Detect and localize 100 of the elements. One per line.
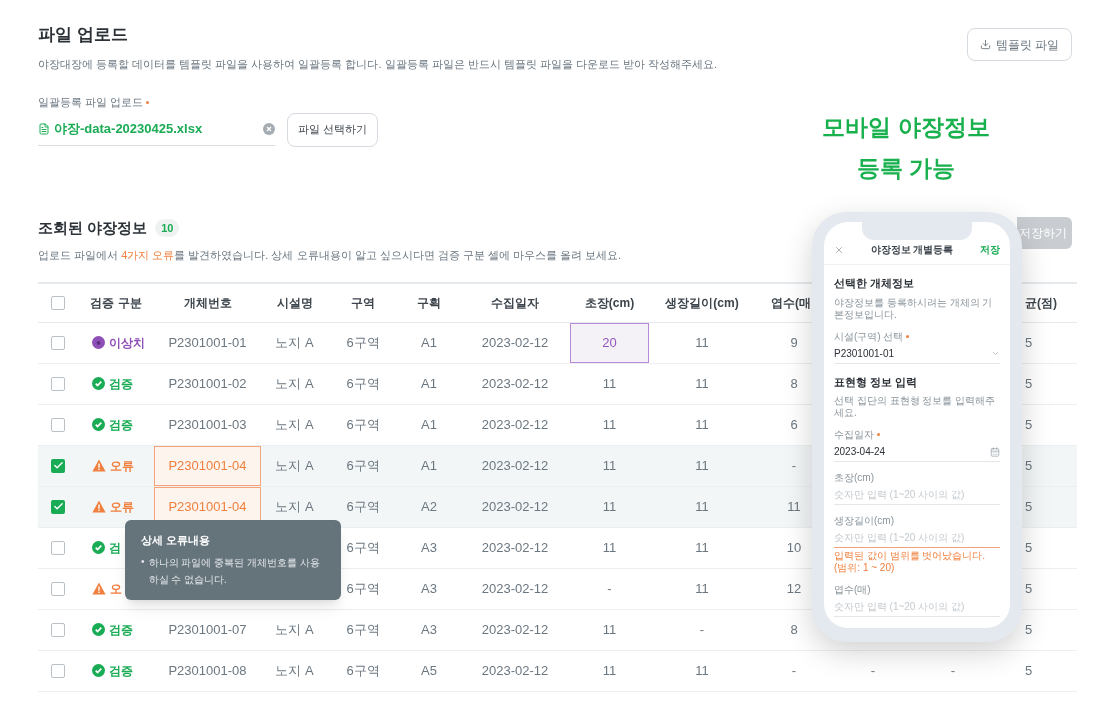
clear-icon[interactable] xyxy=(263,123,275,135)
table-cell-text: 5 xyxy=(1025,333,1033,352)
status-label: 이상치 xyxy=(109,334,145,352)
table-cell-text: 6구역 xyxy=(346,579,380,598)
checkbox[interactable] xyxy=(51,458,65,473)
table-cell-text: 11 xyxy=(695,415,709,434)
status-label: 오류 xyxy=(110,457,134,475)
table-cell-text: 11 xyxy=(602,497,617,516)
promo-headline: 모바일 야장정보 xyxy=(822,113,990,142)
file-select-button[interactable]: 파일 선택하기 xyxy=(287,112,379,147)
checkbox[interactable] xyxy=(51,540,65,555)
table-cell-text: A1 xyxy=(421,374,437,393)
select-field[interactable]: P2301001-01 xyxy=(834,343,1000,364)
checkbox[interactable] xyxy=(51,622,65,637)
check-circle-icon xyxy=(92,377,105,390)
section-title: 조회된 야장정보 xyxy=(38,217,148,238)
check-circle-icon xyxy=(92,541,105,554)
table-cell-text: - xyxy=(699,620,705,639)
table-cell-text: - xyxy=(791,661,797,680)
column-header: 생장길이(cm) xyxy=(665,294,739,312)
table-cell-text: 5 xyxy=(1025,415,1033,434)
table-cell-text: 노지 A xyxy=(275,661,314,680)
checkbox[interactable] xyxy=(51,581,65,596)
count-badge: 10 xyxy=(155,218,180,237)
table-cell-text: A2 xyxy=(421,497,437,516)
table-cell-text: 5 xyxy=(1025,374,1033,393)
phone-save-button[interactable]: 저장 xyxy=(980,242,1000,257)
table-cell-text: 6구역 xyxy=(346,333,380,352)
form-label: 시설(구역) 선택 xyxy=(834,329,904,344)
warning-icon xyxy=(92,459,106,472)
table-cell-text: 2023-02-12 xyxy=(481,579,549,598)
table-cell-text: 11 xyxy=(787,497,801,516)
checkbox[interactable] xyxy=(51,376,65,391)
table-cell-text: P2301001-01 xyxy=(168,333,247,352)
table-cell-text: 6 xyxy=(790,415,798,434)
table-cell-text: 5 xyxy=(1025,497,1033,516)
table-cell-text: 11 xyxy=(695,497,709,516)
status-label: 오 xyxy=(110,580,122,598)
field-label: 일괄등록 파일 업로드 xyxy=(38,95,144,110)
close-icon[interactable] xyxy=(834,244,844,255)
table-cell-text: 2023-02-12 xyxy=(481,374,549,393)
form-section-title: 표현형 정보 입력 xyxy=(834,374,919,390)
table-cell-text: 6구역 xyxy=(346,374,380,393)
checkbox[interactable] xyxy=(51,295,65,310)
page-title: 파일 업로드 xyxy=(38,24,129,46)
table-cell-text: 8 xyxy=(790,620,798,639)
screen-title: 야장정보 개별등록 xyxy=(870,243,954,257)
form-label: 수집일자 xyxy=(834,428,874,442)
table-cell-text: 5 xyxy=(1025,620,1033,639)
template-download-button[interactable]: 템플릿 파일 xyxy=(966,28,1072,61)
table-cell-text: 11 xyxy=(695,333,709,352)
form-label: 생장길이(cm) xyxy=(834,514,894,528)
checkbox[interactable] xyxy=(51,417,65,432)
table-cell-text: A1 xyxy=(421,456,437,475)
table-cell-text: 11 xyxy=(602,415,617,434)
table-cell-text: 6구역 xyxy=(346,538,380,557)
checkbox[interactable] xyxy=(51,499,65,514)
file-icon xyxy=(38,123,50,135)
column-header: 구획 xyxy=(417,294,441,312)
table-cell-text: A1 xyxy=(421,333,437,352)
calendar-icon xyxy=(990,446,1000,457)
bullet: • xyxy=(141,555,145,569)
check-circle-icon xyxy=(92,623,105,636)
status-label: 검증 xyxy=(109,662,133,680)
table-cell-text: - xyxy=(950,661,956,680)
status-label: 검증 xyxy=(109,416,133,434)
form-section-title: 선택한 개체정보 xyxy=(834,276,916,291)
file-upload-field[interactable]: 야장-data-20230425.xlsx xyxy=(38,113,275,146)
table-cell-text: 2023-02-12 xyxy=(481,620,549,639)
table-cell-text: P2301001-03 xyxy=(168,415,247,434)
table-cell-text: 6구역 xyxy=(346,456,380,475)
table-cell-text: A5 xyxy=(421,661,437,680)
tooltip-title: 상세 오류내용 xyxy=(141,532,212,548)
column-header: 수집일자 xyxy=(491,294,539,312)
table-cell-text: 11 xyxy=(695,661,709,680)
table-cell-text: 5 xyxy=(1025,579,1033,598)
table-cell-text: 11 xyxy=(602,620,617,639)
form-section-description: 선택 집단의 표현형 정보를 입력해주세요. xyxy=(834,395,997,419)
checkbox[interactable] xyxy=(51,663,65,678)
table-cell-text: - xyxy=(607,579,612,598)
table-cell-text: 2023-02-12 xyxy=(481,415,549,434)
status-label: 검증 xyxy=(109,375,133,393)
download-icon xyxy=(979,39,991,50)
date-field[interactable]: 2023-04-24 xyxy=(834,442,1000,462)
table-cell-text: 8 xyxy=(790,374,798,393)
column-header: 엽수(매 xyxy=(771,294,811,312)
table-cell-text: 9 xyxy=(790,333,798,352)
table-cell-text: 11 xyxy=(695,538,709,557)
table-cell-text: P2301001-08 xyxy=(168,661,247,680)
table-cell-text: 2023-02-12 xyxy=(481,538,549,557)
status-label: 오류 xyxy=(110,498,134,516)
table-cell-text: 노지 A xyxy=(275,456,314,475)
table-cell-text: 5 xyxy=(1025,661,1033,680)
table-cell-text: 6구역 xyxy=(346,497,380,516)
table-cell-text: 11 xyxy=(602,374,617,393)
checkbox[interactable] xyxy=(51,335,65,350)
column-header: 개체번호 xyxy=(183,294,232,312)
flagged-cell: P2301001-04 xyxy=(154,445,261,486)
warning-icon xyxy=(92,582,106,595)
table-cell-text: 6구역 xyxy=(346,661,380,680)
